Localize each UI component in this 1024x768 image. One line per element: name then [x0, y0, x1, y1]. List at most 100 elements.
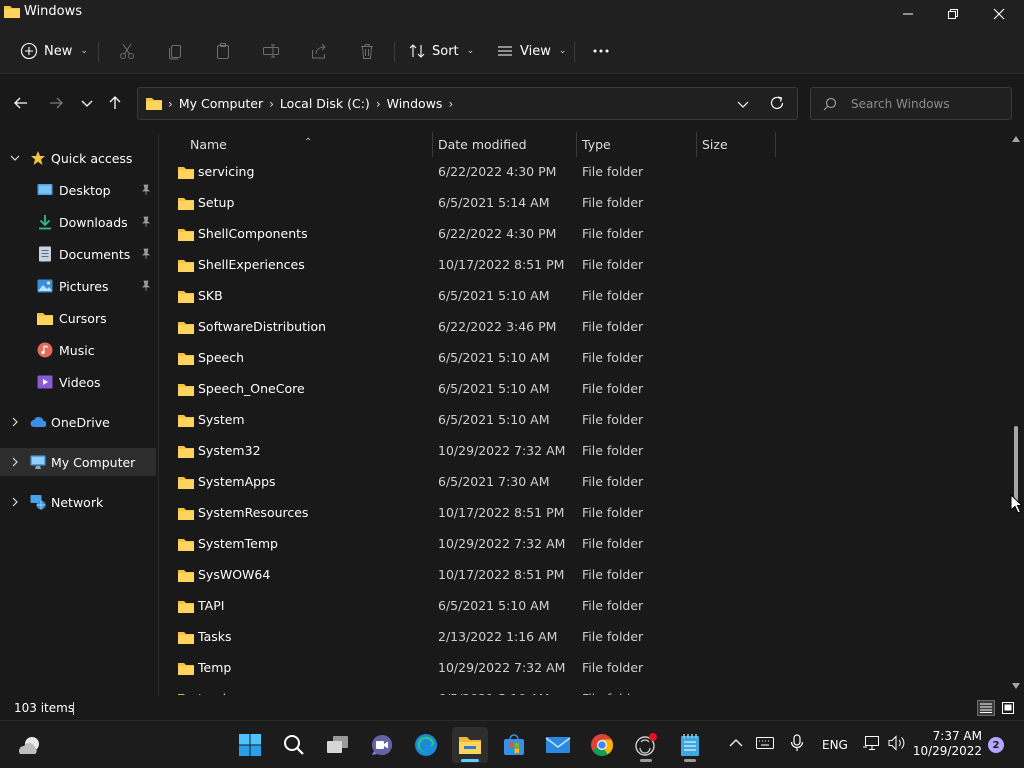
view-button[interactable]: View ⌄: [490, 36, 572, 66]
store-button[interactable]: [496, 727, 532, 763]
file-name[interactable]: System: [198, 412, 245, 427]
table-row[interactable]: Speech_OneCore 6/5/2021 5:10 AM File folde…: [160, 374, 1000, 405]
file-name[interactable]: Setup: [198, 195, 234, 210]
address-bar[interactable]: › My Computer › Local Disk (C:) › Window…: [137, 87, 798, 120]
sort-button[interactable]: Sort ⌄: [402, 36, 480, 66]
table-row[interactable]: Setup 6/5/2021 5:14 AM File folder: [160, 188, 1000, 219]
search-input[interactable]: Search Windows: [810, 87, 1012, 120]
file-name[interactable]: SKB: [198, 288, 223, 303]
new-button[interactable]: New ⌄: [14, 36, 94, 66]
breadcrumb-my-computer[interactable]: My Computer: [179, 96, 263, 111]
pin-icon[interactable]: [140, 216, 152, 228]
column-header-name[interactable]: Name: [190, 137, 227, 152]
table-row[interactable]: SystemResources 10/17/2022 8:51 PM File fo…: [160, 498, 1000, 529]
clock[interactable]: 7:37 AM 10/29/2022: [912, 729, 982, 759]
file-name[interactable]: servicing: [198, 164, 254, 179]
file-name[interactable]: SysWOW64: [198, 567, 270, 582]
table-row[interactable]: SystemApps 6/5/2021 7:30 AM File folder: [160, 467, 1000, 498]
chevron-down-icon[interactable]: [9, 152, 21, 164]
copy-button[interactable]: [160, 36, 190, 66]
recent-locations-button[interactable]: [73, 91, 101, 115]
file-name[interactable]: ShellComponents: [198, 226, 308, 241]
file-name[interactable]: Speech_OneCore: [198, 381, 305, 396]
sidebar-item-downloads[interactable]: Downloads: [0, 208, 156, 236]
column-header-type[interactable]: Type: [582, 137, 611, 152]
file-name[interactable]: SystemResources: [198, 505, 308, 520]
file-name[interactable]: TAPI: [198, 598, 224, 613]
pin-icon[interactable]: [140, 184, 152, 196]
sidebar-item-my-computer[interactable]: My Computer: [0, 448, 156, 476]
restore-button[interactable]: [930, 0, 976, 28]
touch-keyboard-button[interactable]: [755, 733, 775, 753]
volume-button[interactable]: [888, 733, 906, 753]
chevron-right-icon[interactable]: [9, 416, 21, 428]
chevron-right-icon[interactable]: ›: [168, 97, 173, 111]
chrome-button[interactable]: [584, 727, 620, 763]
table-row[interactable]: Speech 6/5/2021 5:10 AM File folder: [160, 343, 1000, 374]
chevron-right-icon[interactable]: ›: [376, 97, 381, 111]
up-button[interactable]: [101, 91, 129, 115]
column-header-size[interactable]: Size: [702, 137, 728, 152]
start-button[interactable]: [232, 727, 268, 763]
chevron-right-icon[interactable]: [9, 456, 21, 468]
file-name[interactable]: Temp: [198, 660, 231, 675]
notification-badge[interactable]: 2: [988, 737, 1004, 753]
chevron-right-icon[interactable]: [9, 496, 21, 508]
share-button[interactable]: [304, 36, 334, 66]
sidebar-item-network[interactable]: Network: [0, 488, 156, 516]
column-divider[interactable]: [696, 132, 697, 157]
scroll-up-icon[interactable]: [1012, 136, 1020, 142]
file-name[interactable]: tracing: [198, 691, 242, 695]
file-name[interactable]: SystemApps: [198, 474, 276, 489]
table-row[interactable]: System 6/5/2021 5:10 AM File folder: [160, 405, 1000, 436]
more-options-button[interactable]: [586, 36, 616, 66]
table-row[interactable]: Tasks 2/13/2022 1:16 AM File folder: [160, 622, 1000, 653]
sidebar-item-videos[interactable]: Videos: [0, 368, 156, 396]
sidebar-item-desktop[interactable]: Desktop: [0, 176, 156, 204]
cut-button[interactable]: [112, 36, 142, 66]
large-icons-view-button[interactable]: [999, 700, 1017, 716]
table-row[interactable]: ShellExperiences 10/17/2022 8:51 PM File f…: [160, 250, 1000, 281]
table-row[interactable]: SKB 6/5/2021 5:10 AM File folder: [160, 281, 1000, 312]
pin-icon[interactable]: [140, 280, 152, 292]
network-status-button[interactable]: [863, 733, 881, 753]
sidebar-item-quick-access[interactable]: Quick access: [0, 144, 156, 172]
table-row[interactable]: TAPI 6/5/2021 5:10 AM File folder: [160, 591, 1000, 622]
details-view-button[interactable]: [977, 700, 995, 716]
breadcrumb-windows[interactable]: Windows: [387, 96, 443, 111]
sidebar-item-cursors[interactable]: Cursors: [0, 304, 156, 332]
scroll-down-icon[interactable]: [1012, 683, 1020, 689]
forward-button[interactable]: [42, 91, 70, 115]
notepad-button[interactable]: [672, 727, 708, 763]
microphone-button[interactable]: [788, 733, 806, 753]
table-row[interactable]: servicing 6/22/2022 4:30 PM File folder: [160, 157, 1000, 188]
app-button[interactable]: [628, 727, 664, 763]
file-name[interactable]: ShellExperiences: [198, 257, 305, 272]
edge-button[interactable]: [408, 727, 444, 763]
column-divider[interactable]: [576, 132, 577, 157]
file-name[interactable]: SoftwareDistribution: [198, 319, 326, 334]
teams-chat-button[interactable]: [364, 727, 400, 763]
table-row[interactable]: tracing 6/5/2021 5:10 AM File folder: [160, 684, 1000, 695]
file-name[interactable]: Speech: [198, 350, 244, 365]
vertical-scrollbar[interactable]: [1008, 134, 1024, 694]
sidebar-item-onedrive[interactable]: OneDrive: [0, 408, 156, 436]
table-row[interactable]: SoftwareDistribution 6/22/2022 3:46 PM Fil…: [160, 312, 1000, 343]
file-explorer-button[interactable]: [452, 727, 488, 763]
paste-button[interactable]: [208, 36, 238, 66]
column-header-date-modified[interactable]: Date modified: [438, 137, 527, 152]
file-name[interactable]: Tasks: [198, 629, 232, 644]
show-hidden-icons-button[interactable]: [728, 733, 744, 753]
column-divider[interactable]: [432, 132, 433, 157]
refresh-icon[interactable]: [769, 95, 785, 111]
table-row[interactable]: SysWOW64 10/17/2022 8:51 PM File folder: [160, 560, 1000, 591]
sidebar-item-documents[interactable]: Documents: [0, 240, 156, 268]
delete-button[interactable]: [352, 36, 382, 66]
rename-button[interactable]: [256, 36, 286, 66]
table-row[interactable]: SystemTemp 10/29/2022 7:32 AM File folder: [160, 529, 1000, 560]
chevron-right-icon[interactable]: ›: [269, 97, 274, 111]
mail-button[interactable]: [540, 727, 576, 763]
file-name[interactable]: SystemTemp: [198, 536, 278, 551]
pane-divider[interactable]: [158, 134, 159, 696]
sidebar-item-pictures[interactable]: Pictures: [0, 272, 156, 300]
